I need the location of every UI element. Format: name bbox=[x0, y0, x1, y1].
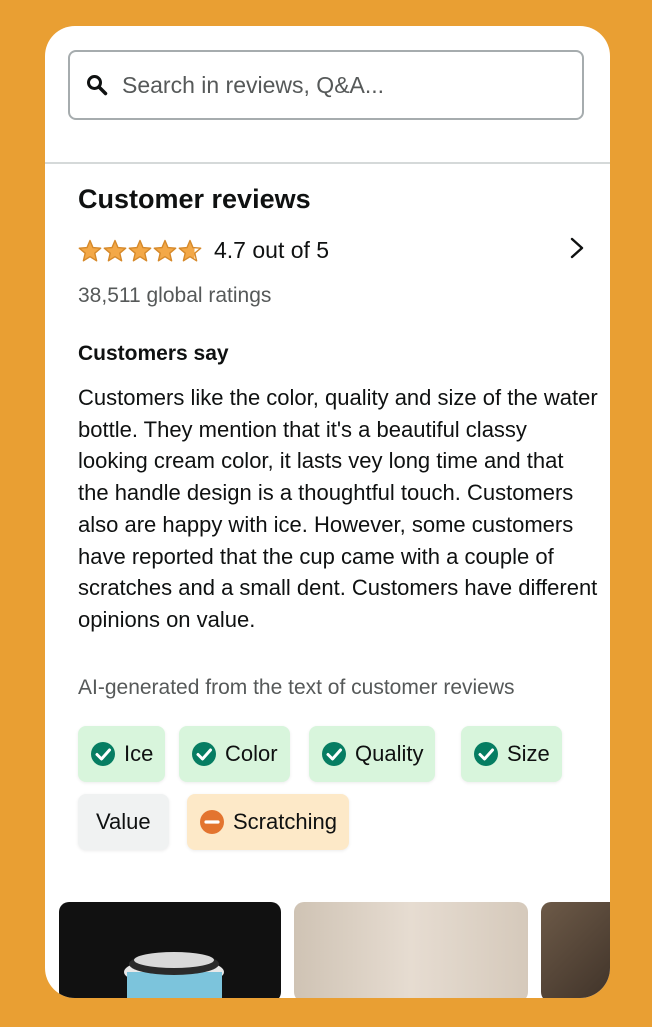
aspect-chip-color[interactable]: Color bbox=[179, 726, 290, 782]
review-image[interactable] bbox=[294, 902, 528, 998]
review-panel: Customer reviews 4.7 out of 5 38,511 glo… bbox=[45, 26, 610, 998]
tumbler-photo bbox=[124, 952, 224, 998]
aspect-label: Scratching bbox=[233, 809, 337, 834]
search-input[interactable] bbox=[120, 70, 544, 100]
search-icon bbox=[87, 75, 108, 96]
customers-say-title: Customers say bbox=[78, 342, 229, 365]
aspect-label: Value bbox=[96, 809, 151, 834]
search-box[interactable] bbox=[68, 50, 584, 120]
aspect-label: Quality bbox=[355, 741, 424, 766]
review-image[interactable] bbox=[59, 902, 281, 998]
check-circle-icon bbox=[91, 742, 115, 766]
star-icon bbox=[153, 239, 177, 261]
check-circle-icon bbox=[322, 742, 346, 766]
global-ratings-count: 38,511 global ratings bbox=[78, 284, 272, 307]
ai-generated-note: AI-generated from the text of customer r… bbox=[78, 676, 515, 699]
check-circle-icon bbox=[474, 742, 498, 766]
aspect-chip-ice[interactable]: Ice bbox=[78, 726, 166, 782]
star-rating bbox=[78, 239, 202, 263]
aspect-chip-size[interactable]: Size bbox=[461, 726, 562, 782]
section-title: Customer reviews bbox=[78, 184, 311, 214]
star-icon bbox=[78, 239, 102, 261]
star-icon bbox=[128, 239, 152, 261]
aspect-label: Size bbox=[507, 741, 550, 766]
rating-text: 4.7 out of 5 bbox=[214, 237, 330, 263]
star-icon bbox=[103, 239, 127, 261]
star-icon bbox=[178, 239, 202, 261]
review-image[interactable] bbox=[541, 902, 610, 998]
aspect-label: Ice bbox=[124, 741, 154, 766]
chevron-right-icon[interactable] bbox=[565, 233, 589, 263]
aspect-chip-value[interactable]: Value bbox=[78, 794, 169, 850]
search-section bbox=[45, 26, 610, 164]
aspect-chip-quality[interactable]: Quality bbox=[309, 726, 436, 782]
minus-circle-icon bbox=[200, 810, 224, 834]
check-circle-icon bbox=[192, 742, 216, 766]
aspect-label: Color bbox=[225, 741, 278, 766]
rating-row[interactable]: 4.7 out of 5 bbox=[78, 237, 329, 264]
review-summary: Customers like the color, quality and si… bbox=[78, 385, 598, 632]
aspect-chip-scratching[interactable]: Scratching bbox=[187, 794, 349, 850]
